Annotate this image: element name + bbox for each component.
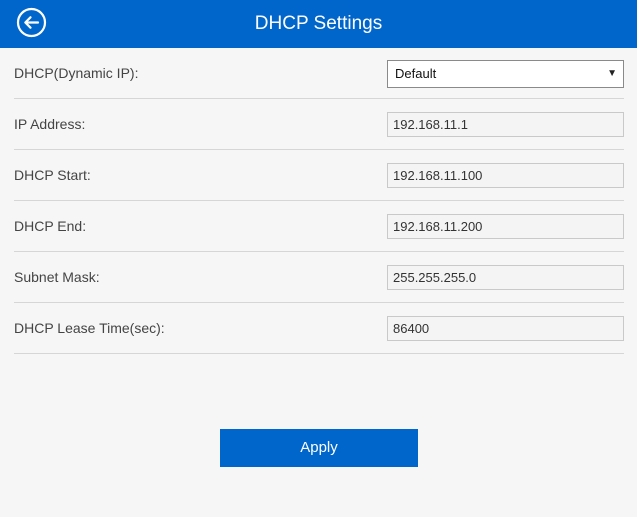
ip-address-label: IP Address: <box>14 116 86 132</box>
dhcp-settings-form: DHCP(Dynamic IP): Default ▼ IP Address: … <box>14 48 624 354</box>
ip-address-field[interactable] <box>387 112 624 137</box>
subnet-mask-label: Subnet Mask: <box>14 269 100 285</box>
dhcp-end-field[interactable] <box>387 214 624 239</box>
subnet-mask-field[interactable] <box>387 265 624 290</box>
dhcp-start-label: DHCP Start: <box>14 167 91 183</box>
dropdown-caret-icon: ▼ <box>607 68 617 79</box>
lease-time-row: DHCP Lease Time(sec): <box>14 303 624 354</box>
dhcp-start-field[interactable] <box>387 163 624 188</box>
subnet-mask-row: Subnet Mask: <box>14 252 624 303</box>
dhcp-start-row: DHCP Start: <box>14 150 624 201</box>
lease-time-label: DHCP Lease Time(sec): <box>14 320 165 336</box>
page-title: DHCP Settings <box>254 13 383 34</box>
dhcp-mode-selected-value: Default <box>395 66 437 81</box>
lease-time-field[interactable] <box>387 316 624 341</box>
dhcp-end-row: DHCP End: <box>14 201 624 252</box>
dhcp-mode-select[interactable]: Default ▼ <box>387 60 624 88</box>
dhcp-mode-row: DHCP(Dynamic IP): Default ▼ <box>14 48 624 99</box>
apply-button[interactable]: Apply <box>220 429 418 467</box>
dhcp-mode-label: DHCP(Dynamic IP): <box>14 65 139 81</box>
ip-address-row: IP Address: <box>14 99 624 150</box>
dhcp-end-label: DHCP End: <box>14 218 87 234</box>
header-bar: DHCP Settings <box>0 0 637 48</box>
